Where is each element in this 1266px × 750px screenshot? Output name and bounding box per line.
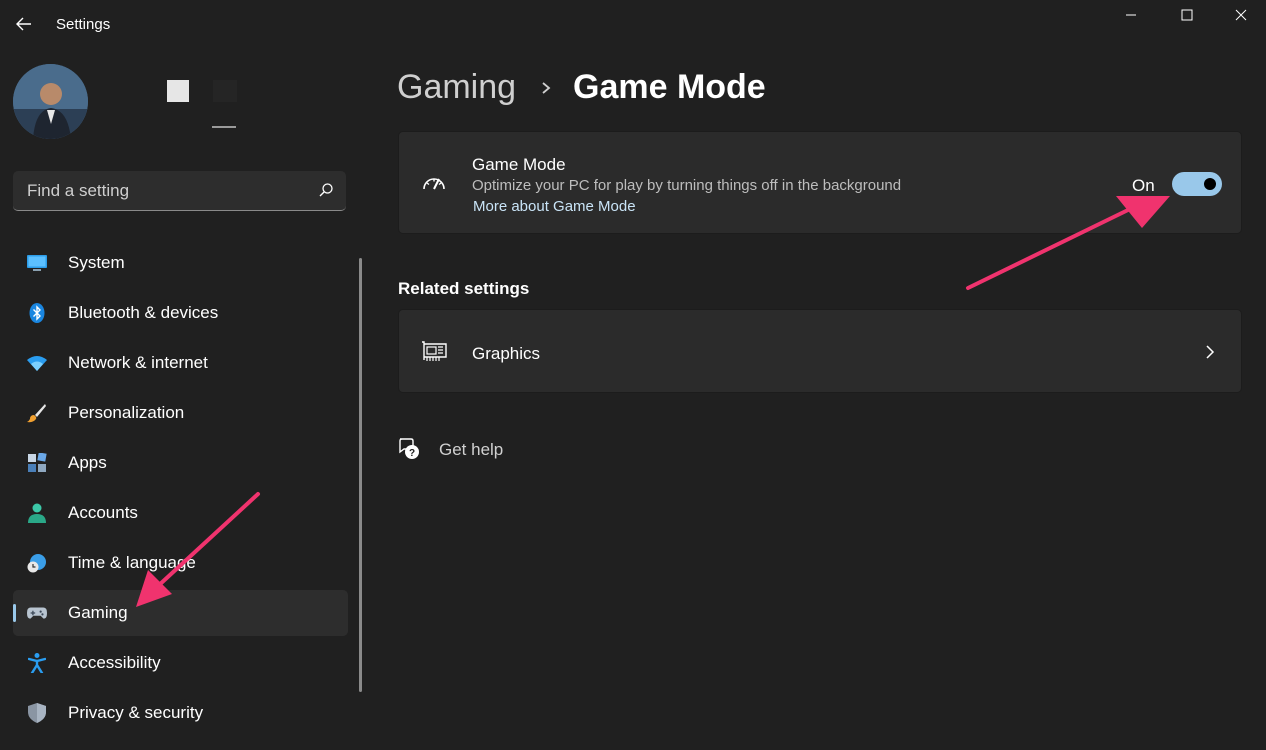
breadcrumb-parent[interactable]: Gaming bbox=[397, 68, 516, 107]
sidebar-item-label: System bbox=[68, 253, 125, 272]
monitor-icon bbox=[27, 253, 47, 273]
shield-icon bbox=[27, 703, 47, 723]
sidebar-item-label: Bluetooth & devices bbox=[68, 303, 219, 322]
user-email-redacted bbox=[213, 80, 237, 102]
game-mode-toggle[interactable] bbox=[1172, 172, 1222, 196]
sidebar-item-label: Apps bbox=[68, 453, 107, 472]
gamepad-icon bbox=[27, 603, 47, 623]
help-chat-icon: ? bbox=[399, 438, 419, 459]
sidebar-item-label: Privacy & security bbox=[68, 703, 204, 722]
sidebar-item-label: Network & internet bbox=[68, 353, 208, 372]
user-name-redacted bbox=[167, 80, 189, 102]
chevron-right-icon bbox=[542, 82, 551, 94]
minimize-icon bbox=[1126, 14, 1136, 16]
avatar[interactable] bbox=[13, 64, 88, 139]
user-photo bbox=[13, 64, 88, 139]
sidebar-item-label: Accounts bbox=[68, 503, 138, 522]
accessibility-icon bbox=[27, 653, 47, 673]
graphics-label: Graphics bbox=[472, 344, 541, 363]
get-help-label: Get help bbox=[439, 440, 504, 459]
sidebar-item-bluetooth[interactable]: Bluetooth & devices bbox=[13, 290, 348, 336]
back-arrow-icon bbox=[16, 17, 31, 31]
more-about-game-mode-link[interactable]: More about Game Mode bbox=[473, 198, 636, 215]
sidebar-item-label: Personalization bbox=[68, 403, 185, 422]
person-icon bbox=[27, 503, 47, 523]
sidebar-item-apps[interactable]: Apps bbox=[13, 440, 348, 486]
brush-icon bbox=[27, 403, 47, 423]
toggle-knob bbox=[1204, 178, 1216, 190]
sidebar-item-time-language[interactable]: Time & language bbox=[13, 540, 348, 586]
search-box[interactable] bbox=[13, 171, 346, 211]
minimize-button[interactable] bbox=[1104, 0, 1158, 30]
sidebar-item-label: Gaming bbox=[68, 603, 128, 622]
bluetooth-icon bbox=[27, 303, 47, 323]
sidebar-item-gaming[interactable]: Gaming bbox=[13, 590, 348, 636]
search-input[interactable] bbox=[13, 171, 319, 211]
globe-clock-icon bbox=[27, 553, 47, 573]
maximize-button[interactable] bbox=[1160, 0, 1214, 30]
get-help-link[interactable]: ? Get help bbox=[397, 436, 503, 462]
close-icon bbox=[1235, 9, 1247, 21]
page-title: Game Mode bbox=[573, 68, 766, 106]
sidebar-nav: System Bluetooth & devices Network & int… bbox=[13, 240, 348, 740]
sidebar-item-system[interactable]: System bbox=[13, 240, 348, 286]
back-button[interactable] bbox=[12, 12, 36, 36]
user-email-underline bbox=[212, 126, 236, 128]
sidebar-item-network[interactable]: Network & internet bbox=[13, 340, 348, 386]
graphics-card-icon bbox=[421, 339, 447, 365]
wifi-icon bbox=[27, 353, 47, 373]
sidebar-item-accounts[interactable]: Accounts bbox=[13, 490, 348, 536]
speedometer-icon bbox=[421, 170, 447, 196]
sidebar-item-accessibility[interactable]: Accessibility bbox=[13, 640, 348, 686]
svg-text:?: ? bbox=[409, 448, 415, 459]
sidebar-item-label: Time & language bbox=[68, 553, 196, 572]
sidebar-scrollbar[interactable] bbox=[359, 258, 362, 692]
toggle-state-label: On bbox=[1132, 176, 1155, 195]
chevron-right-icon bbox=[1206, 345, 1215, 359]
app-title: Settings bbox=[56, 16, 111, 33]
maximize-icon bbox=[1181, 9, 1193, 21]
apps-icon bbox=[27, 453, 47, 473]
close-button[interactable] bbox=[1214, 0, 1266, 30]
title-bar: Settings bbox=[0, 0, 1266, 48]
sidebar-item-privacy-security[interactable]: Privacy & security bbox=[13, 690, 348, 736]
game-mode-card: Game Mode Optimize your PC for play by t… bbox=[398, 131, 1242, 234]
sidebar-item-personalization[interactable]: Personalization bbox=[13, 390, 348, 436]
game-mode-description: Optimize your PC for play by turning thi… bbox=[472, 177, 902, 194]
search-icon[interactable] bbox=[318, 182, 334, 198]
sidebar-item-label: Accessibility bbox=[68, 653, 161, 672]
game-mode-title: Game Mode bbox=[472, 155, 566, 174]
graphics-card[interactable]: Graphics bbox=[398, 309, 1242, 393]
related-settings-heading: Related settings bbox=[398, 279, 530, 298]
